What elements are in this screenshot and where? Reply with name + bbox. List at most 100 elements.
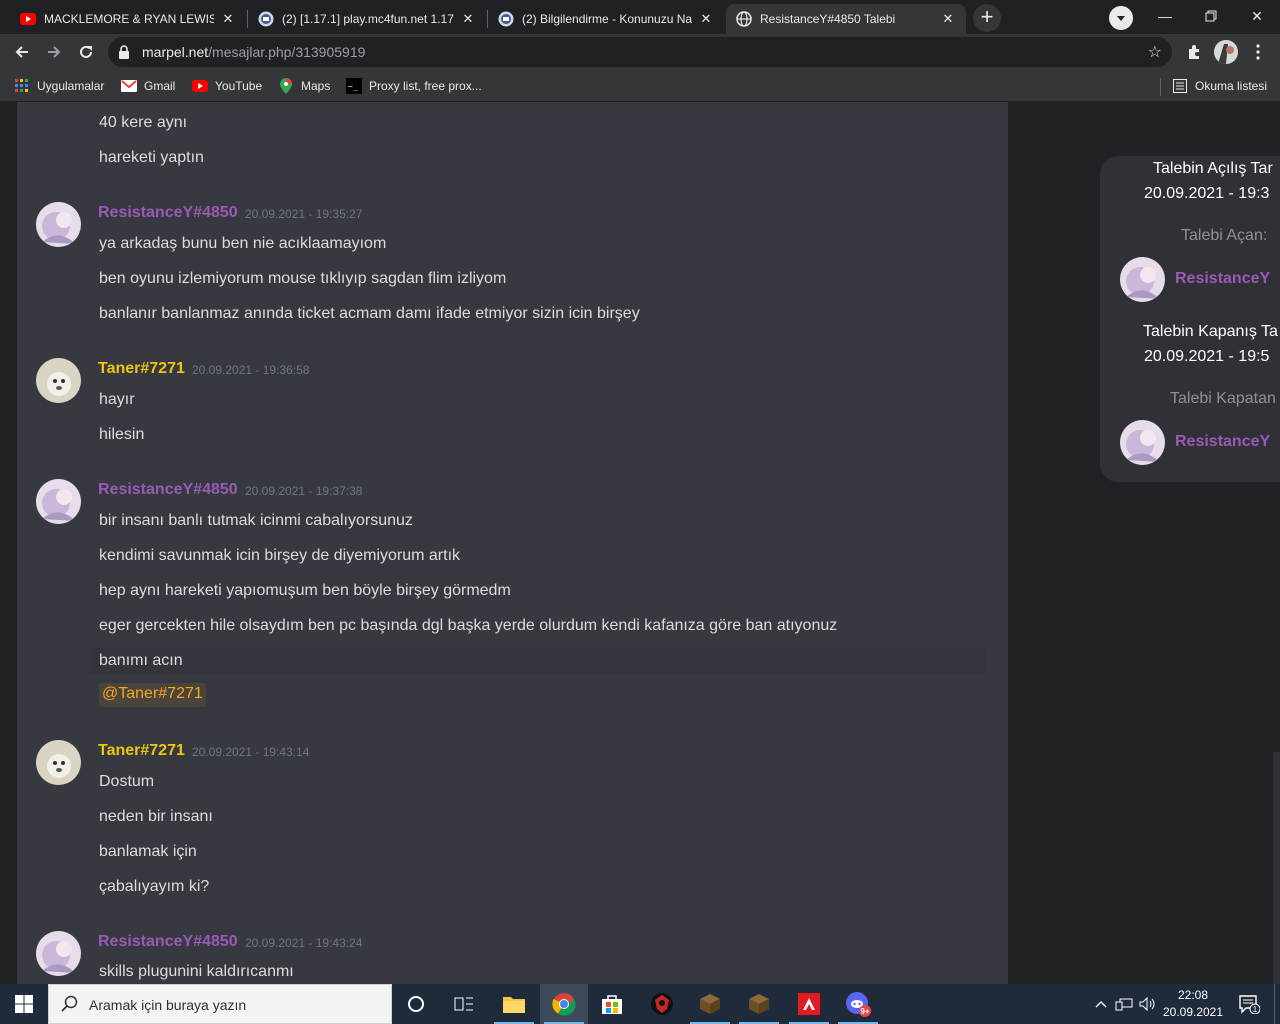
taskbar-game-app[interactable] — [638, 984, 686, 1024]
reload-button[interactable] — [72, 38, 100, 66]
notification-icon: 1 — [1239, 995, 1260, 1014]
message-username[interactable]: Taner#7271 — [98, 360, 185, 378]
gmail-icon — [121, 78, 137, 94]
bookmark-label: Gmail — [144, 79, 176, 93]
message-line: kendimi savunmak icin birşey de diyemiyo… — [99, 547, 461, 564]
tab-bilgilendirme[interactable]: (2) Bilgilendirme - Konunuzu Nas ✕ — [488, 4, 724, 34]
bookmark-label: YouTube — [215, 79, 263, 93]
store-bag-icon — [602, 995, 622, 1014]
message-line: hareketi yaptın — [99, 149, 204, 166]
profile-avatar[interactable] — [1214, 40, 1238, 64]
windows-logo-icon — [15, 995, 33, 1013]
ticket-closer-name[interactable]: ResistanceY — [1175, 433, 1270, 451]
tab-search-button[interactable] — [1109, 6, 1133, 30]
taskbar-file-explorer[interactable] — [490, 984, 538, 1024]
message-line: eger gercekten hile olsaydım ben pc başı… — [99, 617, 838, 634]
message-line: skills plugunini kaldırıcanmı — [99, 963, 294, 980]
ticket-opener-name[interactable]: ResistanceY — [1175, 270, 1270, 288]
avatar-taner[interactable] — [36, 740, 81, 785]
back-button[interactable] — [8, 38, 36, 66]
forward-button[interactable] — [40, 38, 68, 66]
windows-taskbar: Aramak için buraya yazın 9+ 22:08 20.09.… — [0, 984, 1280, 1024]
close-tab-icon[interactable]: ✕ — [940, 11, 956, 27]
bookmark-apps[interactable]: Uygulamalar — [14, 77, 104, 95]
avatar-resistance[interactable] — [36, 202, 81, 247]
action-center-button[interactable]: 1 — [1232, 984, 1266, 1024]
taskbar-amd[interactable] — [785, 984, 833, 1024]
restore-icon — [1205, 10, 1217, 22]
avatar-taner[interactable] — [36, 358, 81, 403]
taskbar-discord[interactable]: 9+ — [834, 984, 882, 1024]
avatar-resistance[interactable] — [36, 479, 81, 524]
ticket-opener-label: Talebi Açan: — [1181, 227, 1268, 244]
message-username[interactable]: ResistanceY#4850 — [98, 933, 238, 951]
restore-button[interactable] — [1188, 0, 1234, 32]
volume-icon[interactable] — [1138, 984, 1158, 1024]
tab-ticket-active[interactable]: ResistanceY#4850 Talebi ✕ — [726, 4, 966, 34]
game-shield-icon — [651, 993, 673, 1015]
taskbar-chrome[interactable] — [540, 984, 588, 1024]
message-timestamp: 20.09.2021 - 19:43:24 — [245, 936, 363, 950]
bookmark-maps[interactable]: Maps — [278, 77, 330, 95]
network-status-icon[interactable] — [1114, 984, 1134, 1024]
taskbar-search-box[interactable]: Aramak için buraya yazın — [48, 984, 392, 1024]
page-scrollbar[interactable] — [1273, 752, 1280, 984]
reload-icon — [80, 45, 92, 58]
lock-icon — [119, 45, 129, 59]
tab-title: (2) [1.17.1] play.mc4fun.net 1.17.1 — [282, 12, 454, 26]
close-window-button[interactable]: ✕ — [1234, 0, 1280, 32]
taskbar-clock[interactable]: 22:08 20.09.2021 — [1160, 987, 1226, 1021]
tab-title: (2) Bilgilendirme - Konunuzu Nas — [522, 12, 692, 26]
message-username[interactable]: ResistanceY#4850 — [98, 481, 238, 499]
message-line: banlamak için — [99, 843, 197, 860]
ticket-opened-date: 20.09.2021 - 19:3 — [1144, 185, 1270, 202]
close-tab-icon[interactable]: ✕ — [460, 11, 476, 27]
extensions-puzzle-icon[interactable] — [1184, 42, 1204, 62]
reading-list-icon — [1172, 78, 1188, 94]
bookmark-proxy[interactable]: ~_ Proxy list, free prox... — [346, 77, 482, 95]
amd-logo-icon — [798, 993, 820, 1015]
tab-youtube[interactable]: MACKLEMORE & RYAN LEWIS - C ✕ — [10, 4, 246, 34]
clock-time: 22:08 — [1177, 988, 1209, 1002]
ticket-closer-avatar[interactable] — [1120, 420, 1165, 465]
close-tab-icon[interactable]: ✕ — [220, 11, 236, 27]
discord-icon: 9+ — [846, 992, 871, 1017]
tab-mc4fun[interactable]: (2) [1.17.1] play.mc4fun.net 1.17.1 ✕ — [248, 4, 486, 34]
taskbar-store[interactable] — [588, 984, 636, 1024]
message-line: Dostum — [99, 773, 155, 790]
cortana-button[interactable] — [392, 984, 440, 1024]
start-button[interactable] — [0, 984, 48, 1024]
page-content: 40 kere aynı hareketi yaptın ResistanceY… — [0, 102, 1280, 984]
reading-list-button[interactable]: Okuma listesi — [1172, 77, 1267, 95]
bookmarks-separator — [1160, 78, 1161, 96]
taskbar-minecraft-2[interactable] — [735, 984, 783, 1024]
message-username[interactable]: ResistanceY#4850 — [98, 204, 238, 222]
youtube-icon — [192, 78, 208, 94]
proxy-site-icon: ~_ — [346, 78, 362, 94]
message-username[interactable]: Taner#7271 — [98, 742, 185, 760]
show-hidden-icons-button[interactable] — [1092, 984, 1110, 1024]
close-tab-icon[interactable]: ✕ — [698, 11, 714, 27]
show-desktop-button[interactable] — [1274, 984, 1280, 1024]
tab-strip: MACKLEMORE & RYAN LEWIS - C ✕ (2) [1.17.… — [0, 0, 1280, 34]
user-mention[interactable]: @Taner#7271 — [99, 683, 206, 707]
menu-kebab-icon[interactable] — [1248, 42, 1268, 62]
message-line: hayır — [99, 391, 135, 408]
bookmark-label: Maps — [301, 79, 331, 93]
reading-list-label: Okuma listesi — [1195, 79, 1268, 93]
ticket-opener-avatar[interactable] — [1120, 257, 1165, 302]
bookmark-gmail[interactable]: Gmail — [121, 77, 175, 95]
maps-pin-icon — [278, 78, 294, 94]
message-line: hilesin — [99, 426, 145, 443]
forum-icon — [498, 11, 514, 27]
minimize-button[interactable]: — — [1142, 0, 1188, 32]
task-view-icon — [454, 997, 473, 1011]
avatar-resistance[interactable] — [36, 931, 81, 976]
bookmark-youtube[interactable]: YouTube — [192, 77, 262, 95]
taskbar-minecraft-1[interactable] — [686, 984, 734, 1024]
address-bar[interactable]: marpel.net/mesajlar.php/313905919 ☆ — [108, 37, 1172, 67]
new-tab-button[interactable]: + — [973, 4, 1001, 32]
bookmark-star-icon[interactable]: ☆ — [1148, 42, 1162, 62]
message-timestamp: 20.09.2021 - 19:37:38 — [245, 484, 363, 498]
task-view-button[interactable] — [440, 984, 488, 1024]
